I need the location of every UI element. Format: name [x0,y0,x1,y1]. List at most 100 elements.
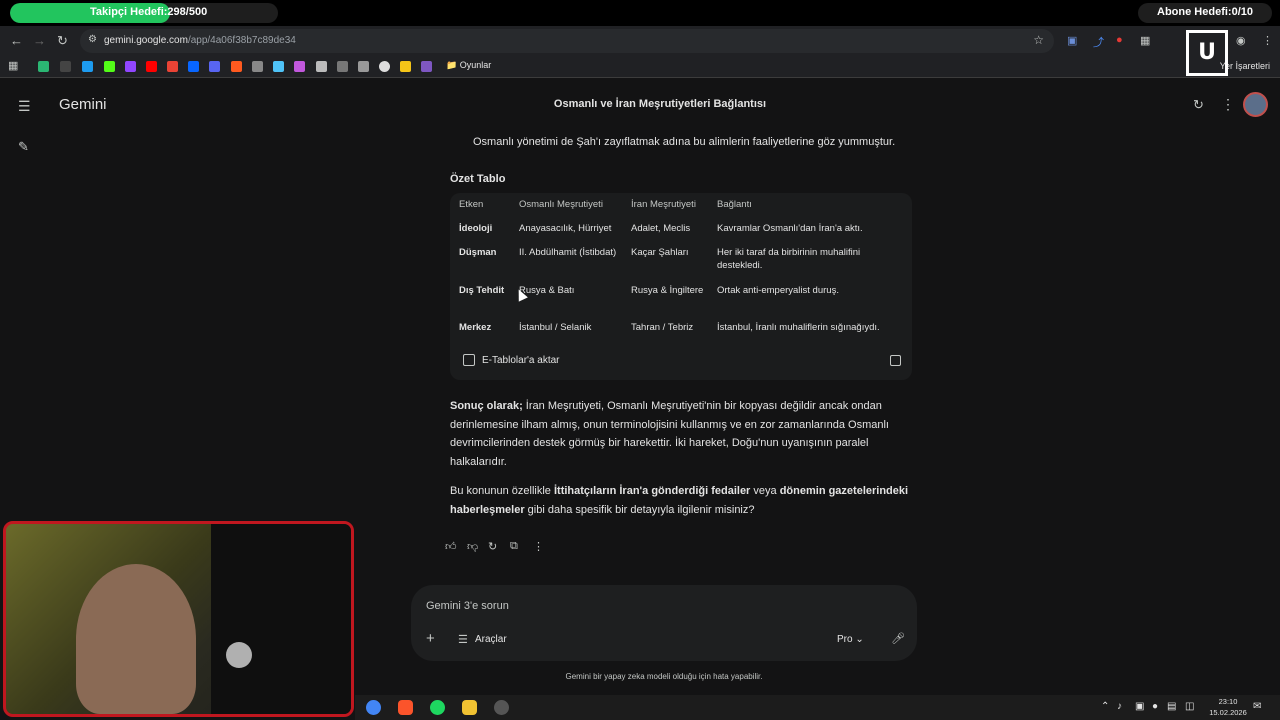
extensions-puzzle-icon[interactable]: ▦ [1140,34,1150,47]
followup-text: gibi daha spesifik bir detayıyla ilgilen… [524,503,755,516]
copy-icon[interactable]: ⧉ [510,540,518,553]
extension-record-icon[interactable]: ● [1116,34,1123,46]
subscriber-goal-text: Abone Hedefi:0/10 [1157,6,1253,18]
bookmark-kick-icon[interactable] [104,61,115,72]
tray-icon[interactable]: ▣ [1135,701,1144,712]
mic-icon[interactable]: 🎤︎ [891,632,905,645]
bookmark-icon[interactable] [209,61,220,72]
mic-tray-icon[interactable]: ● [1152,701,1158,712]
taskbar-clock[interactable]: 23:10 15.02.2026 [1203,696,1253,718]
streamer-logo: U [1186,30,1228,76]
tools-button[interactable]: Araçlar [475,634,507,645]
url-text: gemini.google.com/app/4a06f38b7c89de34 [104,35,296,46]
subscriber-goal-bar: Abone Hedefi:0/10 [1138,3,1272,23]
more-vert-icon[interactable]: ⋮ [1221,96,1235,113]
obs-taskbar-icon[interactable] [494,700,509,715]
refresh-icon[interactable]: ↻ [488,540,497,553]
followup-text: veya [750,485,780,497]
disclaimer-text: Gemini bir yapay zeka modeli olduğu için… [565,672,763,681]
bookmark-gmail-icon[interactable] [167,61,178,72]
bookmark-icon[interactable] [273,61,284,72]
plus-icon[interactable]: + [426,630,435,647]
forward-icon[interactable]: → [33,33,46,48]
file-explorer-taskbar-icon[interactable] [462,700,477,715]
apps-grid-icon[interactable]: ▦ [8,59,18,72]
bookmark-x-icon[interactable] [60,61,71,72]
brave-taskbar-icon[interactable] [398,700,413,715]
volume-icon[interactable]: ♪ [1117,701,1122,712]
thumbs-down-icon[interactable]: 👎︎ [467,540,478,553]
bookmark-bluesky-icon[interactable] [82,61,93,72]
bookmark-twitch-icon[interactable] [125,61,136,72]
avatar[interactable] [1243,92,1268,117]
browser-menu-icon[interactable]: ⋮ [1262,34,1273,47]
table-cell: Rusya & Batı [519,285,575,296]
bookmark-meta-icon[interactable] [188,61,199,72]
network-icon[interactable]: ▤ [1167,701,1176,712]
bookmark-icon[interactable] [337,61,348,72]
table-row-label: Merkez [459,322,492,333]
tools-icon[interactable]: ☰ [458,633,468,646]
webcam-background [211,524,351,714]
followup-bold: İttihatçıların İran'a gönderdiği fedaile… [553,485,751,497]
table-cell: İstanbul, İranlı muhaliflerin sığınağıyd… [717,322,880,333]
response-paragraph: Osmanlı yönetimi de Şah'ı zayıflatmak ad… [473,136,896,148]
more-horiz-icon[interactable]: ⋮ [533,540,544,553]
prompt-composer[interactable]: Gemini 3'e sorun + ☰ Araçlar Pro ⌄ 🎤︎ [411,585,917,661]
bookmark-icon[interactable] [252,61,263,72]
prompt-input[interactable]: Gemini 3'e sorun [426,600,509,612]
webcam-microphone [226,642,252,668]
table-header-cell: Bağlantı [717,199,752,210]
address-bar[interactable]: ⚙ gemini.google.com/app/4a06f38b7c89de34… [80,29,1054,53]
extension-audio-icon[interactable]: ⤴ [1093,34,1104,50]
reload-icon[interactable]: ↻ [57,33,68,49]
bookmark-icon[interactable] [294,61,305,72]
chevron-down-icon: ⌄ [855,634,864,645]
bookmark-icon[interactable] [421,61,432,72]
followup-paragraph: Bu konunun özellikle İttihatçıların İran… [450,482,910,519]
spotify-taskbar-icon[interactable] [430,700,445,715]
star-icon[interactable]: ☆ [1033,33,1044,47]
bookmark-icon[interactable] [38,61,49,72]
export-sheets-button[interactable]: E-Tablolar'a aktar [482,355,560,366]
table-cell: Kavramlar Osmanlı'dan İran'a aktı. [717,223,863,234]
notifications-icon[interactable]: ✉ [1253,701,1261,712]
thumbs-up-icon[interactable]: 👍︎ [445,540,457,553]
model-selector[interactable]: Pro ⌄ [837,634,864,645]
bookmark-icon[interactable] [231,61,242,72]
taskbar: ⌃ ♪ ▣ ● ▤ ◫ 23:10 15.02.2026 ✉ [355,695,1280,720]
bookmark-icon[interactable] [316,61,327,72]
share-icon[interactable]: ↻ [1193,97,1204,113]
bookmark-icon[interactable] [358,61,369,72]
url-host: gemini.google.com [104,35,188,46]
table-cell: Tahran / Tebriz [631,322,694,333]
follower-goal-bar: Takipçi Hedefi:298/500 [10,3,278,23]
webcam-overlay [3,521,354,717]
conclusion-paragraph: Sonuç olarak; İran Meşrutiyeti, Osmanlı … [450,397,910,471]
clock-time: 23:10 [1218,697,1238,706]
table-icon [463,354,475,366]
back-icon[interactable]: ← [10,33,23,48]
profile-icon[interactable]: ◉ [1236,34,1246,47]
bookmark-icon[interactable] [379,61,390,72]
table-cell: Ortak anti-emperyalist duruş. [717,285,839,296]
bookmark-folder-oyunlar[interactable]: 📁 Oyunlar [446,60,491,71]
copy-icon[interactable] [890,355,901,366]
table-cell: Her iki taraf da birbirinin muhalifini d… [717,247,861,271]
chrome-taskbar-icon[interactable] [366,700,381,715]
translate-icon[interactable]: ▣ [1067,34,1077,47]
webcam-person [76,564,196,714]
table-row-label: Düşman [459,247,497,258]
site-info-icon[interactable]: ⚙ [88,34,97,45]
bookmark-folder-label: Oyunlar [459,60,492,70]
edit-icon[interactable]: ✎ [18,139,29,155]
conversation-title: Osmanlı ve İran Meşrutiyetleri Bağlantıs… [553,98,767,110]
table-cell: Anayasacılık, Hürriyet [519,223,612,234]
tray-chevron-icon[interactable]: ⌃ [1101,701,1109,712]
tray-icon[interactable]: ◫ [1185,701,1194,712]
bookmark-youtube-icon[interactable] [146,61,157,72]
followup-text: Bu konunun özellikle [450,485,554,497]
bookmark-icon[interactable] [400,61,411,72]
table-cell: Kaçar Şahları [631,247,689,258]
follower-goal-text: Takipçi Hedefi:298/500 [90,6,208,18]
